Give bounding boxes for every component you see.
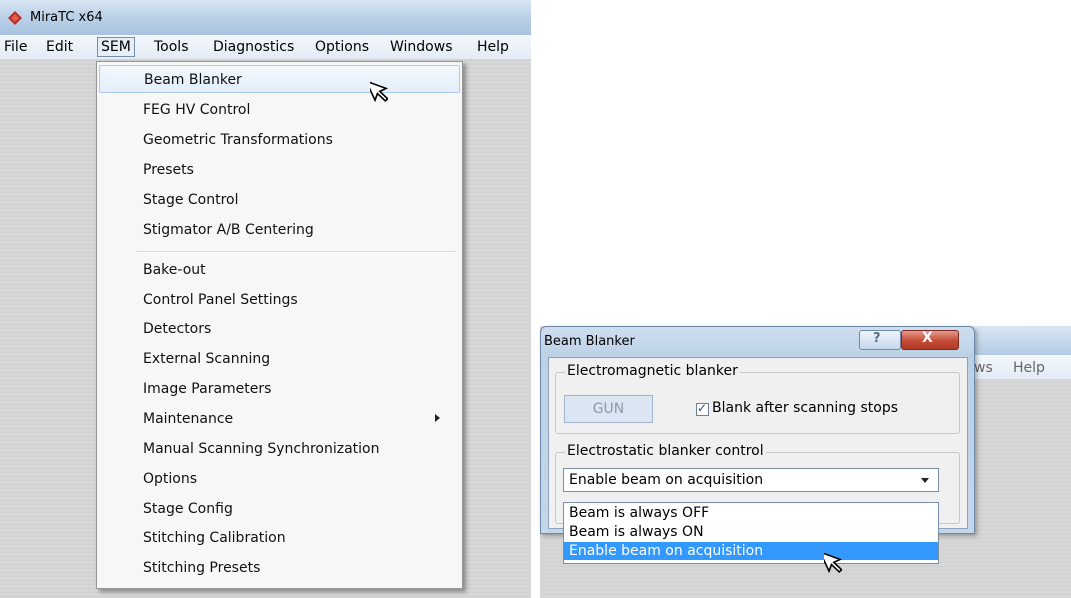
menu-item-external-scanning[interactable]: External Scanning bbox=[99, 345, 458, 373]
app-title: MiraTC x64 bbox=[30, 10, 103, 25]
menu-item-manual-scanning-sync[interactable]: Manual Scanning Synchronization bbox=[99, 435, 458, 463]
menu-diagnostics[interactable]: Diagnostics bbox=[213, 39, 294, 55]
menu-item-stitching-presets[interactable]: Stitching Presets bbox=[99, 554, 458, 582]
menu-item-maintenance[interactable]: Maintenance bbox=[99, 405, 458, 433]
combobox-value: Enable beam on acquisition bbox=[569, 472, 764, 488]
menu-item-options[interactable]: Options bbox=[99, 465, 458, 493]
menu-item-label: Stitching Presets bbox=[143, 560, 261, 576]
menu-item-label: Presets bbox=[143, 162, 194, 178]
menu-item-bake-out[interactable]: Bake-out bbox=[99, 256, 458, 284]
menu-item-label: Stage Control bbox=[143, 192, 239, 208]
menu-item-label: Detectors bbox=[143, 321, 212, 337]
dialog-title: Beam Blanker bbox=[544, 334, 635, 349]
submenu-arrow-icon bbox=[435, 414, 440, 422]
menu-item-label: Stigmator A/B Centering bbox=[143, 222, 314, 238]
main-window: MiraTC x64 File Edit SEM Tools Diagnosti… bbox=[0, 0, 531, 598]
menu-item-geometric-transformations[interactable]: Geometric Transformations bbox=[99, 126, 458, 154]
electromagnetic-blanker-group: Electromagnetic blanker GUN ✓ Blank afte… bbox=[555, 363, 960, 434]
chevron-down-icon[interactable] bbox=[921, 478, 929, 483]
menu-windows[interactable]: Windows bbox=[390, 39, 453, 55]
gun-button[interactable]: GUN bbox=[564, 395, 653, 423]
blanker-mode-combobox[interactable]: Enable beam on acquisition bbox=[563, 468, 939, 492]
app-diamond-icon bbox=[8, 11, 22, 25]
menu-separator bbox=[137, 251, 455, 253]
title-bar: MiraTC x64 bbox=[0, 0, 531, 35]
option-beam-always-off[interactable]: Beam is always OFF bbox=[564, 504, 938, 522]
menu-item-stage-config[interactable]: Stage Config bbox=[99, 495, 458, 523]
gun-button-label: GUN bbox=[592, 401, 625, 417]
background-menu-windows: ws bbox=[974, 360, 993, 376]
sem-dropdown-menu: Beam Blanker FEG HV Control Geometric Tr… bbox=[96, 61, 463, 589]
menu-item-stage-control[interactable]: Stage Control bbox=[99, 186, 458, 214]
menu-item-detectors[interactable]: Detectors bbox=[99, 315, 458, 343]
menu-sem[interactable]: SEM bbox=[97, 37, 135, 57]
menu-item-label: Geometric Transformations bbox=[143, 132, 333, 148]
menu-item-label: FEG HV Control bbox=[143, 102, 251, 118]
menu-item-label: Stage Config bbox=[143, 501, 233, 517]
group-legend: Electrostatic blanker control bbox=[565, 443, 766, 459]
menu-tools[interactable]: Tools bbox=[154, 39, 189, 55]
menu-help[interactable]: Help bbox=[477, 39, 509, 55]
background-menu-help: Help bbox=[1013, 360, 1045, 376]
menu-edit[interactable]: Edit bbox=[46, 39, 73, 55]
close-button[interactable]: X bbox=[901, 330, 959, 350]
question-icon: ? bbox=[873, 331, 881, 346]
menu-item-stigmator-centering[interactable]: Stigmator A/B Centering bbox=[99, 216, 458, 244]
menu-item-label: External Scanning bbox=[143, 351, 271, 367]
option-enable-beam-on-acquisition[interactable]: Enable beam on acquisition bbox=[564, 542, 938, 560]
menu-item-image-parameters[interactable]: Image Parameters bbox=[99, 375, 458, 403]
option-beam-always-on[interactable]: Beam is always ON bbox=[564, 523, 938, 541]
checkbox-label: Blank after scanning stops bbox=[712, 400, 899, 416]
blank-after-scanning-checkbox[interactable]: ✓ bbox=[696, 401, 709, 416]
menu-item-control-panel-settings[interactable]: Control Panel Settings bbox=[99, 286, 458, 314]
menu-item-beam-blanker[interactable]: Beam Blanker bbox=[99, 65, 460, 93]
option-label: Beam is always ON bbox=[569, 524, 704, 540]
option-label: Enable beam on acquisition bbox=[569, 543, 764, 559]
menu-item-label: Options bbox=[143, 471, 198, 487]
menu-item-label: Stitching Calibration bbox=[143, 530, 286, 546]
close-icon: X bbox=[922, 330, 933, 346]
menu-item-label: Maintenance bbox=[143, 411, 234, 427]
menu-item-label: Beam Blanker bbox=[144, 72, 242, 88]
menu-file[interactable]: File bbox=[4, 39, 27, 55]
menu-options[interactable]: Options bbox=[315, 39, 369, 55]
menu-item-label: Bake-out bbox=[143, 262, 206, 278]
menu-item-label: Control Panel Settings bbox=[143, 292, 298, 308]
blanker-mode-dropdown-list: Beam is always OFF Beam is always ON Ena… bbox=[563, 502, 939, 564]
menu-item-label: Image Parameters bbox=[143, 381, 272, 397]
menu-bar: File Edit SEM Tools Diagnostics Options … bbox=[0, 35, 531, 60]
mouse-pointer-icon bbox=[824, 550, 842, 574]
menu-item-presets[interactable]: Presets bbox=[99, 156, 458, 184]
help-button[interactable]: ? bbox=[859, 330, 901, 350]
check-mark-icon: ✓ bbox=[697, 401, 708, 415]
option-label: Beam is always OFF bbox=[569, 505, 710, 521]
mouse-pointer-icon bbox=[370, 79, 388, 103]
menu-item-label: Manual Scanning Synchronization bbox=[143, 441, 380, 457]
menu-item-stitching-calibration[interactable]: Stitching Calibration bbox=[99, 524, 458, 552]
menu-item-feg-hv-control[interactable]: FEG HV Control bbox=[99, 96, 458, 124]
group-legend: Electromagnetic blanker bbox=[565, 363, 740, 379]
